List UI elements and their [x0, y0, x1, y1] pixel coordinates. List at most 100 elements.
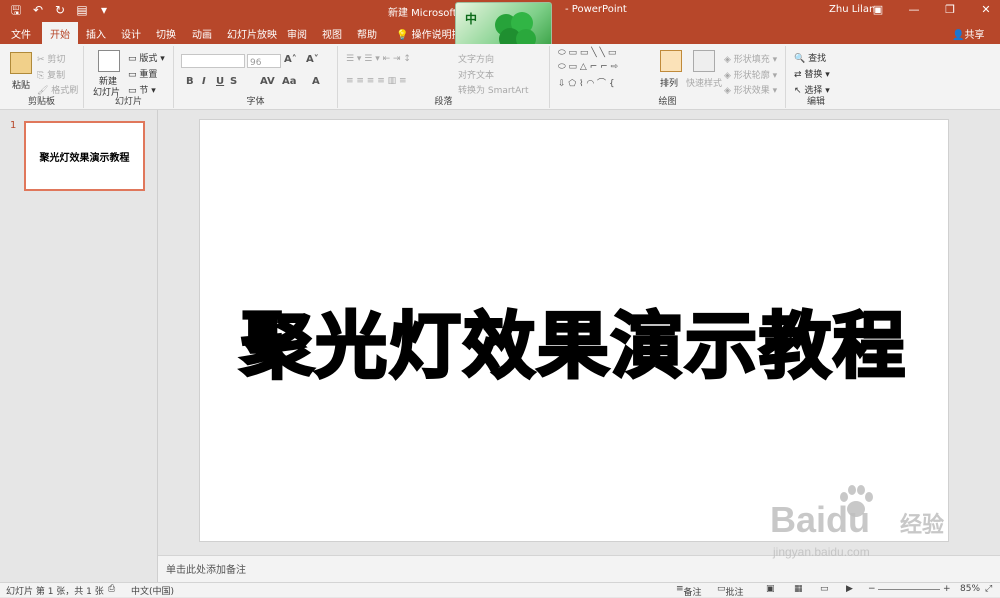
underline-button[interactable]: U	[216, 76, 224, 87]
paste-button[interactable]: 粘贴	[12, 78, 30, 91]
paragraph-label: 段落	[434, 97, 453, 107]
shape-fill-button[interactable]: ◈ 形状填充 ▾	[724, 52, 777, 65]
close-icon[interactable]: ✕	[978, 2, 994, 18]
minimize-icon[interactable]: —	[906, 2, 922, 18]
language-indicator[interactable]: 中文(中国)	[131, 584, 174, 597]
slide-thumbnail[interactable]: 聚光灯效果演示教程	[24, 121, 145, 191]
tab-slideshow[interactable]: 幻灯片放映	[227, 26, 277, 41]
change-case-button[interactable]: Aa	[282, 76, 297, 87]
align-text-button[interactable]: 对齐文本	[458, 68, 494, 81]
slides-label: 幻灯片	[114, 97, 142, 107]
fill-label: 形状填充	[733, 55, 770, 65]
slide-title-text[interactable]: 聚光灯效果演示教程	[200, 287, 948, 392]
fit-slide-icon[interactable]: ⤢	[985, 584, 992, 594]
text-direction-button[interactable]: 文字方向	[458, 52, 494, 65]
slideshow-view-icon[interactable]: ▶	[846, 584, 853, 594]
shapes-gallery[interactable]: ⬭ ▭ ▭ ╲ ╲ ▭ ⬭ ▭ △ ⌐ ⌐ ⇨ ⇩ ⬠ ⌇ ◠ ⌒ {	[558, 48, 654, 92]
spellcheck-icon[interactable]: ⎙	[108, 584, 115, 594]
window-controls: ▣ — ❐ ✕	[870, 2, 994, 18]
tab-review[interactable]: 审阅	[287, 26, 307, 41]
reading-view-icon[interactable]: ▭	[820, 584, 829, 594]
bold-button[interactable]: B	[186, 76, 194, 87]
replace-button[interactable]: ⇄ 替换 ▾	[794, 67, 830, 80]
start-from-beginning-icon[interactable]: ▤	[74, 2, 90, 18]
paste-icon[interactable]	[10, 52, 32, 74]
status-bar: 幻灯片 第 1 张，共 1 张 ⎙ 中文(中国) ≡ 备注 ▭ 批注 ▣ ▦ ▭…	[0, 582, 1000, 598]
align-buttons[interactable]: ≡ ≡ ≡ ≡ ▥ ≡	[346, 76, 407, 86]
copy-button[interactable]: ⎘ 复制	[37, 68, 65, 81]
font-name-input[interactable]	[181, 54, 245, 68]
replace-label: 替换	[804, 70, 823, 80]
drawing-label: 绘图	[658, 97, 677, 107]
shape-oval-icon[interactable]: ⬭ ▭ ▭ ╲ ╲ ▭	[558, 48, 616, 58]
watermark-jingyan: 经验	[900, 513, 945, 538]
font-color-button[interactable]: A	[312, 76, 320, 87]
slide-sorter-icon[interactable]: ▦	[794, 584, 803, 594]
zoom-slider[interactable]	[878, 589, 940, 590]
baidu-watermark: Baidu 经验 jingyan.baidu.com	[760, 485, 960, 575]
slide-count: 幻灯片 第 1 张，共 1 张	[6, 587, 104, 597]
arrange-button[interactable]: 排列	[660, 76, 678, 89]
tab-animations[interactable]: 动画	[192, 26, 212, 41]
reset-label: 重置	[139, 70, 158, 80]
app-name: - PowerPoint	[565, 4, 627, 15]
shape-arrow-icon[interactable]: ⇩ ⬠ ⌇ ◠ ⌒ {	[558, 76, 615, 89]
clipboard-label: 剪贴板	[27, 97, 55, 107]
comments-toggle-button[interactable]: ▭ 批注	[717, 584, 744, 598]
quick-access-toolbar: 🖫 ↶ ↻ ▤ ▾	[8, 2, 112, 18]
new-slide-icon[interactable]	[98, 50, 120, 72]
tab-file[interactable]: 文件	[11, 26, 31, 41]
zoom-in-icon[interactable]: +	[943, 584, 951, 594]
watermark-url: jingyan.baidu.com	[773, 545, 870, 559]
normal-view-icon[interactable]: ▣	[766, 584, 775, 594]
cut-label: 剪切	[47, 55, 66, 65]
reset-button[interactable]: ▭ 重置	[128, 67, 157, 80]
editing-group: 🔍 查找 ⇄ 替换 ▾ ↖ 选择 ▾ 编辑	[786, 46, 846, 108]
quick-styles-icon[interactable]	[693, 50, 715, 72]
find-button[interactable]: 🔍 查找	[794, 51, 826, 64]
zoom-level[interactable]: 85%	[960, 584, 980, 594]
tab-design[interactable]: 设计	[121, 26, 141, 41]
notes-toggle-button[interactable]: ≡ 备注	[676, 584, 702, 598]
tab-transitions[interactable]: 切换	[156, 26, 176, 41]
share-button[interactable]: 👤共享	[952, 26, 984, 41]
shrink-font-icon[interactable]: A˅	[306, 54, 319, 65]
tab-home[interactable]: 开始	[42, 22, 78, 44]
paragraph-group: ☰ ▾ ☰ ▾ ⇤ ⇥ ↕ ≡ ≡ ≡ ≡ ▥ ≡ 文字方向 对齐文本 转换为 …	[338, 46, 550, 108]
cut-button[interactable]: ✂ 剪切	[37, 52, 65, 65]
font-size-value: 96	[250, 58, 262, 68]
share-label: 共享	[964, 30, 985, 41]
italic-button[interactable]: I	[202, 76, 206, 87]
undo-icon[interactable]: ↶	[30, 2, 46, 18]
tab-view[interactable]: 视图	[322, 26, 342, 41]
arrange-icon[interactable]	[660, 50, 682, 72]
grow-font-icon[interactable]: A˄	[284, 54, 297, 65]
zoom-out-icon[interactable]: −	[868, 584, 876, 594]
customize-qat-icon[interactable]: ▾	[96, 2, 112, 18]
comments-toggle-label: 批注	[725, 588, 744, 598]
layout-button[interactable]: ▭ 版式 ▾	[128, 51, 165, 64]
spacing-button[interactable]: AV	[260, 76, 275, 87]
copy-label: 复制	[47, 71, 66, 81]
font-size-input[interactable]: 96	[247, 54, 281, 68]
save-icon[interactable]: 🖫	[8, 2, 24, 18]
editing-label: 编辑	[806, 97, 825, 107]
tab-help[interactable]: 帮助	[357, 26, 377, 41]
redo-icon[interactable]: ↻	[52, 2, 68, 18]
ime-mode-label: 中	[465, 12, 478, 26]
restore-icon[interactable]: ❐	[942, 2, 958, 18]
thumbnail-title: 聚光灯效果演示教程	[39, 153, 130, 164]
tab-insert[interactable]: 插入	[86, 26, 106, 41]
clipboard-group: 粘贴 ✂ 剪切 ⎘ 复制 🖌 格式刷 剪贴板	[0, 46, 84, 108]
slide-canvas[interactable]: 聚光灯效果演示教程	[199, 119, 949, 542]
shape-outline-button[interactable]: ◈ 形状轮廓 ▾	[724, 68, 777, 81]
shape-rect-icon[interactable]: ⬭ ▭ △ ⌐ ⌐ ⇨	[558, 62, 618, 72]
outline-label: 形状轮廓	[733, 71, 770, 81]
ribbon-display-icon[interactable]: ▣	[870, 2, 886, 18]
font-label: 字体	[246, 97, 265, 107]
quick-styles-button[interactable]: 快速样式	[686, 76, 722, 89]
user-name[interactable]: Zhu Lilan	[829, 4, 875, 15]
shadow-button[interactable]: S	[230, 76, 237, 87]
layout-label: 版式	[139, 54, 158, 64]
bullets-button[interactable]: ☰ ▾ ☰ ▾ ⇤ ⇥ ↕	[346, 54, 411, 64]
